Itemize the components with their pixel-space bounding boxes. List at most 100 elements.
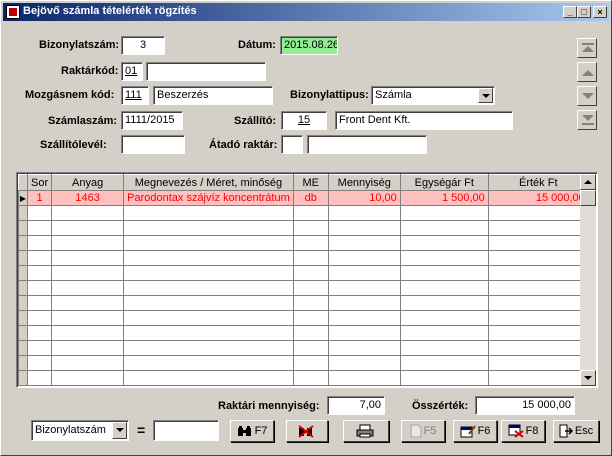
empty-cell[interactable]: [327, 325, 401, 341]
empty-cell[interactable]: [123, 355, 294, 371]
cell-sor[interactable]: 1: [26, 190, 53, 206]
cell-egysegar[interactable]: 1 500,00: [399, 190, 489, 206]
clear-filter-button[interactable]: [286, 420, 328, 442]
delete-button[interactable]: F8: [501, 420, 545, 442]
empty-cell[interactable]: [327, 250, 401, 266]
empty-cell[interactable]: [26, 280, 53, 296]
empty-cell[interactable]: [487, 325, 589, 341]
chevron-down-icon[interactable]: [112, 422, 127, 439]
scroll-up-button[interactable]: [580, 174, 596, 190]
empty-cell[interactable]: [327, 310, 401, 326]
exit-button[interactable]: Esc: [553, 420, 599, 442]
cell-anyag[interactable]: 1463: [51, 190, 125, 206]
empty-cell[interactable]: [292, 295, 329, 311]
empty-cell[interactable]: [487, 340, 589, 356]
empty-cell[interactable]: [292, 280, 329, 296]
empty-cell[interactable]: [51, 370, 125, 386]
new-button[interactable]: F5: [401, 420, 445, 442]
empty-cell[interactable]: [123, 235, 294, 251]
empty-cell[interactable]: [26, 370, 53, 386]
empty-cell[interactable]: [327, 220, 401, 236]
prev-record-button[interactable]: [577, 62, 597, 82]
empty-row[interactable]: [18, 310, 589, 326]
empty-cell[interactable]: [327, 205, 401, 221]
empty-cell[interactable]: [123, 295, 294, 311]
col-egysegar[interactable]: Egységár Ft: [399, 174, 489, 191]
szallitolevel-field[interactable]: [121, 135, 185, 154]
col-ertek[interactable]: Érték Ft: [487, 174, 589, 191]
empty-row[interactable]: [18, 250, 589, 266]
empty-cell[interactable]: [292, 355, 329, 371]
empty-cell[interactable]: [292, 370, 329, 386]
empty-cell[interactable]: [26, 205, 53, 221]
items-grid[interactable]: Sor Anyag Megnevezés / Méret, minőség ME…: [16, 172, 598, 388]
empty-cell[interactable]: [487, 370, 589, 386]
search-field-select[interactable]: Bizonylatszám: [31, 420, 129, 441]
atado-raktar-code-field[interactable]: [281, 135, 303, 154]
empty-cell[interactable]: [327, 265, 401, 281]
vertical-scrollbar[interactable]: [580, 174, 596, 386]
empty-cell[interactable]: [399, 205, 489, 221]
empty-cell[interactable]: [292, 325, 329, 341]
empty-cell[interactable]: [26, 325, 53, 341]
empty-cell[interactable]: [399, 295, 489, 311]
datum-field[interactable]: 2015.08.26: [280, 36, 338, 55]
empty-cell[interactable]: [123, 370, 294, 386]
empty-row[interactable]: [18, 355, 589, 371]
empty-row[interactable]: [18, 325, 589, 341]
empty-cell[interactable]: [292, 340, 329, 356]
empty-cell[interactable]: [51, 220, 125, 236]
chevron-down-icon[interactable]: [478, 88, 493, 103]
empty-row[interactable]: [18, 340, 589, 356]
empty-cell[interactable]: [399, 340, 489, 356]
empty-cell[interactable]: [123, 325, 294, 341]
search-input[interactable]: [153, 420, 219, 441]
empty-cell[interactable]: [487, 355, 589, 371]
empty-cell[interactable]: [123, 205, 294, 221]
title-bar[interactable]: Bejövő számla tételérték rögzítés _ □ ×: [3, 3, 609, 21]
empty-cell[interactable]: [399, 370, 489, 386]
cell-me[interactable]: db: [292, 190, 329, 206]
empty-cell[interactable]: [399, 355, 489, 371]
empty-cell[interactable]: [292, 220, 329, 236]
empty-cell[interactable]: [292, 205, 329, 221]
empty-cell[interactable]: [487, 235, 589, 251]
cell-ertek[interactable]: 15 000,00: [487, 190, 589, 206]
empty-cell[interactable]: [487, 220, 589, 236]
empty-row[interactable]: [18, 220, 589, 236]
mozgasnem-name-field[interactable]: Beszerzés: [153, 86, 273, 105]
empty-cell[interactable]: [51, 310, 125, 326]
first-record-button[interactable]: [577, 38, 597, 58]
empty-cell[interactable]: [327, 355, 401, 371]
empty-cell[interactable]: [51, 265, 125, 281]
empty-cell[interactable]: [26, 340, 53, 356]
scroll-thumb[interactable]: [580, 190, 596, 206]
empty-cell[interactable]: [51, 280, 125, 296]
bizonylattipus-select[interactable]: Számla: [371, 86, 495, 105]
empty-cell[interactable]: [327, 295, 401, 311]
minimize-button[interactable]: _: [563, 6, 577, 18]
empty-cell[interactable]: [292, 310, 329, 326]
empty-cell[interactable]: [327, 370, 401, 386]
empty-cell[interactable]: [51, 205, 125, 221]
empty-cell[interactable]: [123, 280, 294, 296]
szallito-code-field[interactable]: 15: [281, 111, 327, 130]
raktarkod-code-field[interactable]: 01: [121, 62, 143, 81]
empty-cell[interactable]: [123, 250, 294, 266]
empty-cell[interactable]: [487, 265, 589, 281]
empty-cell[interactable]: [123, 340, 294, 356]
empty-cell[interactable]: [399, 265, 489, 281]
find-button[interactable]: F7: [230, 420, 274, 442]
mozgasnem-code-field[interactable]: 111: [121, 86, 149, 105]
close-button[interactable]: ×: [593, 6, 607, 18]
empty-cell[interactable]: [292, 265, 329, 281]
empty-cell[interactable]: [123, 310, 294, 326]
col-sor[interactable]: Sor: [26, 174, 53, 191]
col-megnevezes[interactable]: Megnevezés / Méret, minőség: [123, 174, 294, 191]
empty-cell[interactable]: [26, 295, 53, 311]
last-record-button[interactable]: [577, 110, 597, 130]
empty-cell[interactable]: [51, 250, 125, 266]
empty-row[interactable]: [18, 295, 589, 311]
empty-row[interactable]: [18, 235, 589, 251]
empty-cell[interactable]: [487, 310, 589, 326]
